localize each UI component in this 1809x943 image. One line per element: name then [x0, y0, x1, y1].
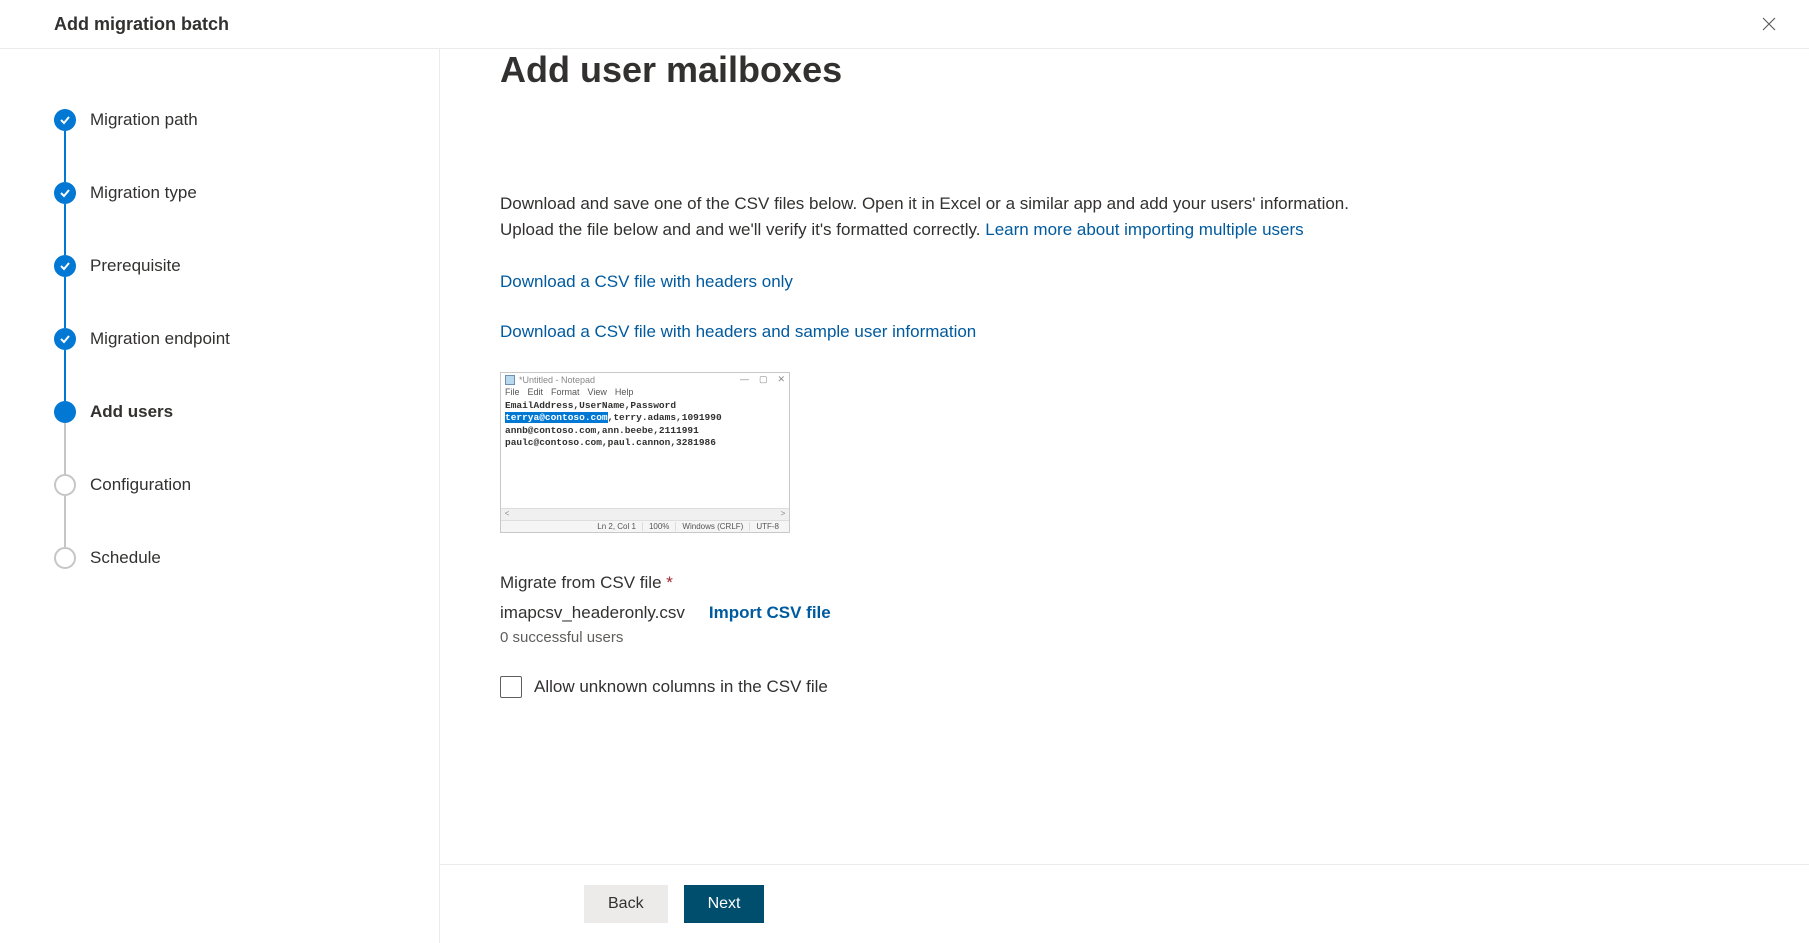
- step-migration-type[interactable]: Migration type: [54, 182, 399, 255]
- checkmark-icon: [54, 328, 76, 350]
- required-asterisk: *: [666, 573, 673, 592]
- learn-more-link[interactable]: Learn more about importing multiple user…: [985, 220, 1303, 239]
- step-migration-path[interactable]: Migration path: [54, 109, 399, 182]
- checkmark-icon: [54, 109, 76, 131]
- step-label: Migration endpoint: [90, 329, 230, 349]
- wizard-steps-sidebar: Migration path Migration type Prerequisi…: [0, 49, 440, 943]
- header: Add migration batch: [0, 0, 1809, 49]
- notepad-status-zoom: 100%: [642, 522, 675, 531]
- step-label: Migration type: [90, 183, 197, 203]
- header-title: Add migration batch: [54, 14, 229, 35]
- close-button[interactable]: [1753, 8, 1785, 40]
- step-add-users[interactable]: Add users: [54, 401, 399, 474]
- back-button[interactable]: Back: [584, 885, 668, 923]
- close-window-icon: ✕: [777, 374, 785, 385]
- pending-step-icon: [54, 474, 76, 496]
- migrate-csv-label: Migrate from CSV file *: [500, 573, 1400, 593]
- next-button[interactable]: Next: [684, 885, 765, 923]
- content-area: Add user mailboxes Download and save one…: [440, 49, 1809, 943]
- minimize-icon: —: [740, 374, 749, 385]
- selected-file-name: imapcsv_headeronly.csv: [500, 603, 685, 623]
- import-csv-link[interactable]: Import CSV file: [709, 603, 831, 623]
- notepad-title: *Untitled - Notepad: [519, 375, 595, 385]
- current-step-icon: [54, 401, 76, 423]
- scroll-left-icon: <: [503, 511, 511, 519]
- notepad-app-icon: [505, 375, 515, 385]
- step-label: Add users: [90, 402, 173, 422]
- step-label: Migration path: [90, 110, 198, 130]
- notepad-menu-file: File: [505, 387, 520, 397]
- scroll-right-icon: >: [779, 511, 787, 519]
- step-label: Prerequisite: [90, 256, 181, 276]
- step-label: Schedule: [90, 548, 161, 568]
- notepad-line1: EmailAddress,UserName,Password: [505, 400, 785, 412]
- step-label: Configuration: [90, 475, 191, 495]
- notepad-preview-image: *Untitled - Notepad — ▢ ✕ File Edit Form…: [500, 372, 790, 533]
- notepad-line3: annb@contoso.com,ann.beebe,2111991: [505, 425, 785, 437]
- footer-buttons: Back Next: [440, 864, 1809, 943]
- pending-step-icon: [54, 547, 76, 569]
- notepad-menu-format: Format: [551, 387, 580, 397]
- close-icon: [1762, 17, 1776, 31]
- download-sample-link[interactable]: Download a CSV file with headers and sam…: [500, 322, 1400, 342]
- notepad-line4: paulc@contoso.com,paul.cannon,3281986: [505, 437, 785, 449]
- successful-users-status: 0 successful users: [500, 629, 1400, 646]
- step-migration-endpoint[interactable]: Migration endpoint: [54, 328, 399, 401]
- checkmark-icon: [54, 182, 76, 204]
- allow-unknown-columns-label: Allow unknown columns in the CSV file: [534, 677, 828, 697]
- notepad-line2: terrya@contoso.com,terry.adams,1091990: [505, 412, 785, 424]
- step-prerequisite[interactable]: Prerequisite: [54, 255, 399, 328]
- page-title: Add user mailboxes: [500, 49, 1400, 91]
- download-headers-only-link[interactable]: Download a CSV file with headers only: [500, 272, 1400, 292]
- step-configuration[interactable]: Configuration: [54, 474, 399, 547]
- notepad-highlight: terrya@contoso.com: [505, 412, 608, 423]
- step-schedule[interactable]: Schedule: [54, 547, 399, 569]
- maximize-icon: ▢: [759, 374, 768, 385]
- allow-unknown-columns-checkbox[interactable]: [500, 676, 522, 698]
- notepad-line2-rest: ,terry.adams,1091990: [608, 412, 722, 423]
- description-text: Download and save one of the CSV files b…: [500, 191, 1400, 242]
- notepad-status-lncol: Ln 2, Col 1: [591, 522, 642, 531]
- notepad-menu-view: View: [588, 387, 607, 397]
- notepad-menu-help: Help: [615, 387, 634, 397]
- notepad-status-enc: UTF-8: [749, 522, 785, 531]
- notepad-status-eol: Windows (CRLF): [675, 522, 749, 531]
- checkmark-icon: [54, 255, 76, 277]
- migrate-label-text: Migrate from CSV file: [500, 573, 666, 592]
- notepad-menu-edit: Edit: [528, 387, 544, 397]
